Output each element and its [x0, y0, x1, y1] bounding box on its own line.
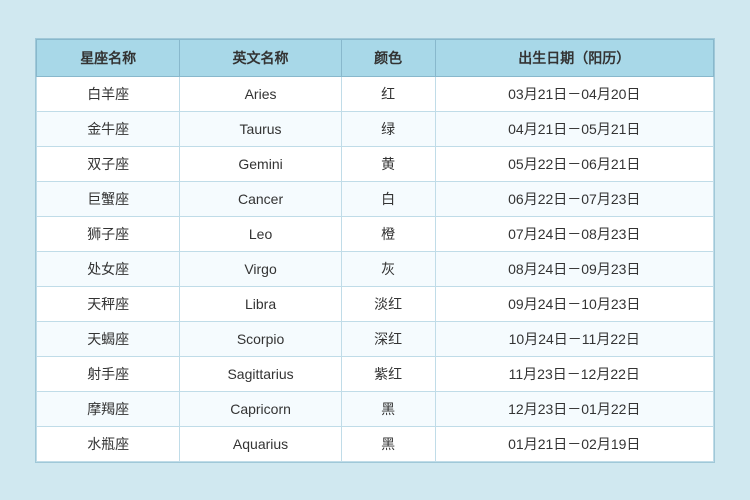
table-row: 双子座Gemini黄05月22日－06月21日 [37, 146, 714, 181]
color: 绿 [341, 111, 435, 146]
chinese-name: 金牛座 [37, 111, 180, 146]
table-row: 处女座Virgo灰08月24日－09月23日 [37, 251, 714, 286]
column-header-0: 星座名称 [37, 39, 180, 76]
date-range: 10月24日－11月22日 [435, 321, 713, 356]
table-row: 金牛座Taurus绿04月21日－05月21日 [37, 111, 714, 146]
table-row: 白羊座Aries红03月21日－04月20日 [37, 76, 714, 111]
table-row: 射手座Sagittarius紫红11月23日－12月22日 [37, 356, 714, 391]
english-name: Cancer [180, 181, 341, 216]
color: 灰 [341, 251, 435, 286]
table-row: 巨蟹座Cancer白06月22日－07月23日 [37, 181, 714, 216]
color: 橙 [341, 216, 435, 251]
chinese-name: 天蝎座 [37, 321, 180, 356]
date-range: 03月21日－04月20日 [435, 76, 713, 111]
date-range: 11月23日－12月22日 [435, 356, 713, 391]
column-header-3: 出生日期（阳历） [435, 39, 713, 76]
chinese-name: 狮子座 [37, 216, 180, 251]
color: 紫红 [341, 356, 435, 391]
table-row: 水瓶座Aquarius黑01月21日－02月19日 [37, 426, 714, 461]
color: 黑 [341, 426, 435, 461]
table-row: 摩羯座Capricorn黑12月23日－01月22日 [37, 391, 714, 426]
table-row: 天蝎座Scorpio深红10月24日－11月22日 [37, 321, 714, 356]
date-range: 01月21日－02月19日 [435, 426, 713, 461]
date-range: 06月22日－07月23日 [435, 181, 713, 216]
date-range: 08月24日－09月23日 [435, 251, 713, 286]
color: 白 [341, 181, 435, 216]
chinese-name: 双子座 [37, 146, 180, 181]
color: 深红 [341, 321, 435, 356]
column-header-1: 英文名称 [180, 39, 341, 76]
table-row: 天秤座Libra淡红09月24日－10月23日 [37, 286, 714, 321]
english-name: Aries [180, 76, 341, 111]
english-name: Sagittarius [180, 356, 341, 391]
english-name: Aquarius [180, 426, 341, 461]
english-name: Libra [180, 286, 341, 321]
column-header-2: 颜色 [341, 39, 435, 76]
table-body: 白羊座Aries红03月21日－04月20日金牛座Taurus绿04月21日－0… [37, 76, 714, 461]
zodiac-table-container: 星座名称英文名称颜色出生日期（阳历） 白羊座Aries红03月21日－04月20… [35, 38, 715, 463]
english-name: Taurus [180, 111, 341, 146]
chinese-name: 白羊座 [37, 76, 180, 111]
english-name: Scorpio [180, 321, 341, 356]
chinese-name: 水瓶座 [37, 426, 180, 461]
zodiac-table: 星座名称英文名称颜色出生日期（阳历） 白羊座Aries红03月21日－04月20… [36, 39, 714, 462]
chinese-name: 处女座 [37, 251, 180, 286]
date-range: 07月24日－08月23日 [435, 216, 713, 251]
english-name: Virgo [180, 251, 341, 286]
chinese-name: 天秤座 [37, 286, 180, 321]
english-name: Leo [180, 216, 341, 251]
color: 红 [341, 76, 435, 111]
chinese-name: 射手座 [37, 356, 180, 391]
date-range: 05月22日－06月21日 [435, 146, 713, 181]
table-row: 狮子座Leo橙07月24日－08月23日 [37, 216, 714, 251]
color: 黑 [341, 391, 435, 426]
table-header-row: 星座名称英文名称颜色出生日期（阳历） [37, 39, 714, 76]
date-range: 12月23日－01月22日 [435, 391, 713, 426]
color: 淡红 [341, 286, 435, 321]
english-name: Capricorn [180, 391, 341, 426]
color: 黄 [341, 146, 435, 181]
chinese-name: 巨蟹座 [37, 181, 180, 216]
chinese-name: 摩羯座 [37, 391, 180, 426]
english-name: Gemini [180, 146, 341, 181]
date-range: 04月21日－05月21日 [435, 111, 713, 146]
date-range: 09月24日－10月23日 [435, 286, 713, 321]
